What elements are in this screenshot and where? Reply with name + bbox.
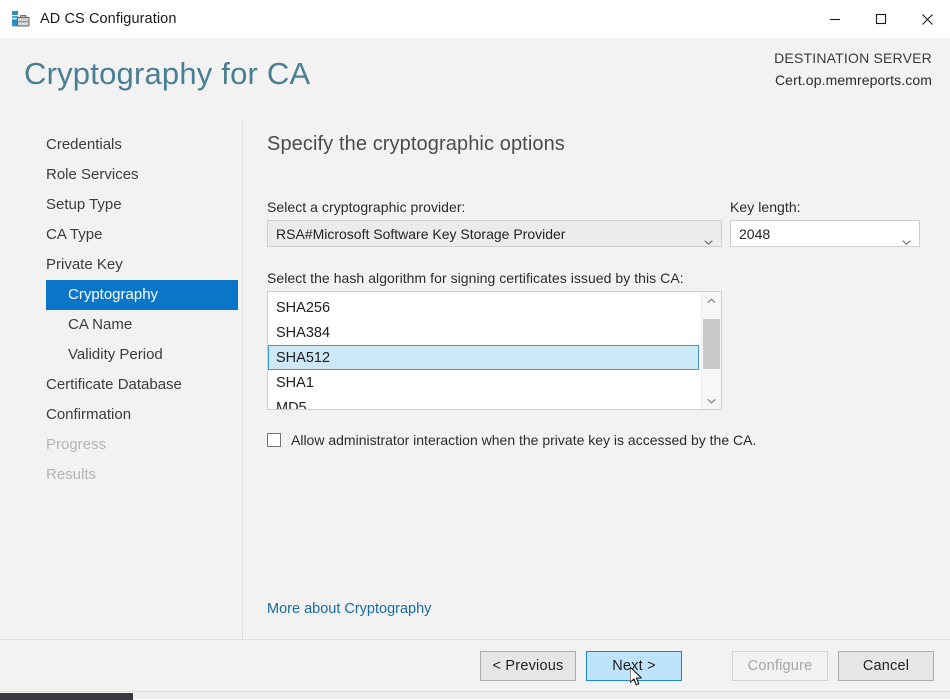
page-title: Cryptography for CA <box>24 56 311 91</box>
sidebar-item-role-services[interactable]: Role Services <box>0 160 242 190</box>
list-item[interactable]: SHA1 <box>268 370 701 395</box>
cancel-button[interactable]: Cancel <box>838 650 934 681</box>
window-title: AD CS Configuration <box>40 11 177 27</box>
sidebar-item-cryptography[interactable]: Cryptography <box>46 280 238 310</box>
field-inputs-row: RSA#Microsoft Software Key Storage Provi… <box>267 220 950 247</box>
more-about-cryptography-link[interactable]: More about Cryptography <box>267 601 431 617</box>
key-length-label: Key length: <box>730 199 801 215</box>
list-item[interactable]: SHA256 <box>268 295 701 320</box>
list-item[interactable]: SHA384 <box>268 320 701 345</box>
wizard-content: Specify the cryptographic options Select… <box>243 120 950 639</box>
sidebar-item-validity-period[interactable]: Validity Period <box>0 340 242 370</box>
key-length-dropdown[interactable]: 2048 <box>730 220 920 247</box>
scrollbar-track[interactable] <box>702 309 721 392</box>
minimize-button[interactable] <box>812 0 858 38</box>
destination-server-block: DESTINATION SERVER Cert.op.memreports.co… <box>774 48 932 91</box>
chevron-down-icon <box>704 232 713 245</box>
bottom-scrollbar[interactable] <box>0 691 950 700</box>
destination-server-value: Cert.op.memreports.com <box>774 71 932 88</box>
list-item[interactable]: MD5 <box>268 395 701 409</box>
allow-interaction-label: Allow administrator interaction when the… <box>291 432 757 448</box>
page-header: Cryptography for CA DESTINATION SERVER C… <box>0 38 950 120</box>
sidebar-item-ca-name[interactable]: CA Name <box>0 310 242 340</box>
destination-server-label: DESTINATION SERVER <box>774 50 932 66</box>
provider-label: Select a cryptographic provider: <box>267 199 466 215</box>
sidebar-item-private-key[interactable]: Private Key <box>0 250 242 280</box>
sidebar-item-setup-type[interactable]: Setup Type <box>0 190 242 220</box>
previous-button[interactable]: < Previous <box>480 650 576 681</box>
scroll-up-icon[interactable] <box>702 292 721 309</box>
sidebar-item-progress: Progress <box>46 436 107 453</box>
close-button[interactable] <box>904 0 950 38</box>
section-title: Specify the cryptographic options <box>267 133 565 155</box>
hash-algorithm-options: SHA256 SHA384 SHA512 SHA1 MD5 <box>268 292 701 409</box>
wizard-footer: < Previous Next > Configure Cancel <box>0 639 950 691</box>
scroll-down-icon[interactable] <box>702 392 721 409</box>
window-body: Credentials Role Services Setup Type CA … <box>0 120 950 639</box>
field-labels-row: Select a cryptographic provider: Key len… <box>267 199 950 215</box>
next-button[interactable]: Next > <box>586 650 682 681</box>
listbox-scrollbar[interactable] <box>701 292 721 409</box>
configure-button: Configure <box>732 650 828 681</box>
list-item-selected[interactable]: SHA512 <box>268 345 699 370</box>
sidebar-item-ca-type[interactable]: CA Type <box>0 220 242 250</box>
allow-interaction-row[interactable]: Allow administrator interaction when the… <box>267 432 950 448</box>
scrollbar-thumb[interactable] <box>703 319 720 369</box>
sidebar-item-results: Results <box>46 466 97 483</box>
hash-algorithm-listbox[interactable]: SHA256 SHA384 SHA512 SHA1 MD5 <box>267 291 722 410</box>
sidebar-item-credentials[interactable]: Credentials <box>0 130 242 160</box>
sidebar-item-confirmation[interactable]: Confirmation <box>0 400 242 430</box>
certificate-server-icon <box>11 9 31 29</box>
provider-dropdown[interactable]: RSA#Microsoft Software Key Storage Provi… <box>267 220 722 247</box>
hash-algorithm-label: Select the hash algorithm for signing ce… <box>267 270 684 286</box>
chevron-down-icon <box>902 232 911 245</box>
provider-value: RSA#Microsoft Software Key Storage Provi… <box>276 225 566 242</box>
key-length-value: 2048 <box>739 225 771 242</box>
allow-interaction-checkbox[interactable] <box>267 433 281 447</box>
title-bar: AD CS Configuration <box>0 0 950 38</box>
wizard-sidebar: Credentials Role Services Setup Type CA … <box>0 120 243 639</box>
window-controls <box>812 0 950 38</box>
ad-cs-configuration-window: AD CS Configuration Cryptography for CA … <box>0 0 950 691</box>
sidebar-item-certificate-database[interactable]: Certificate Database <box>0 370 242 400</box>
maximize-button[interactable] <box>858 0 904 38</box>
